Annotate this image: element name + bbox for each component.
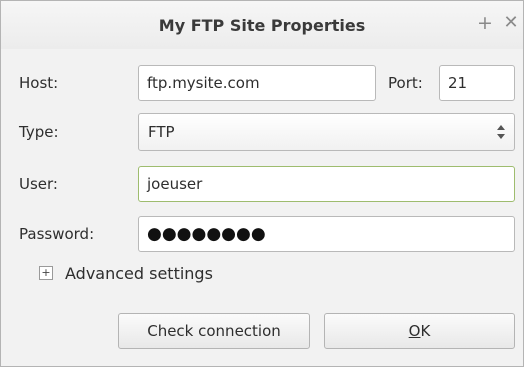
password-label: Password: (19, 225, 95, 243)
password-mask: ●●●●●●●● (147, 224, 266, 244)
expand-plus-icon[interactable]: + (39, 266, 53, 280)
user-label: User: (19, 175, 58, 193)
type-select[interactable]: FTP (138, 113, 515, 151)
updown-arrows-icon (497, 125, 505, 139)
port-label: Port: (388, 74, 423, 92)
ok-mnemonic: O (408, 322, 421, 340)
type-select-value: FTP (148, 123, 175, 141)
user-input[interactable]: joeuser (138, 166, 515, 202)
host-label: Host: (19, 74, 59, 92)
ok-label-rest: K (420, 322, 431, 340)
port-input[interactable]: 21 (439, 65, 515, 101)
title-bar[interactable]: My FTP Site Properties + ✕ (1, 1, 523, 49)
check-connection-button[interactable]: Check connection (118, 313, 310, 349)
close-icon[interactable]: ✕ (501, 12, 521, 34)
dialog-title: My FTP Site Properties (158, 16, 366, 35)
host-input[interactable]: ftp.mysite.com (138, 65, 376, 101)
ok-button[interactable]: OK (324, 313, 515, 349)
advanced-settings-toggle[interactable]: Advanced settings (65, 264, 213, 283)
password-input[interactable]: ●●●●●●●● (138, 216, 515, 252)
type-label: Type: (19, 123, 59, 141)
plus-icon[interactable]: + (475, 12, 495, 34)
ftp-site-properties-dialog: My FTP Site Properties + ✕ Host: ftp.mys… (0, 0, 524, 367)
